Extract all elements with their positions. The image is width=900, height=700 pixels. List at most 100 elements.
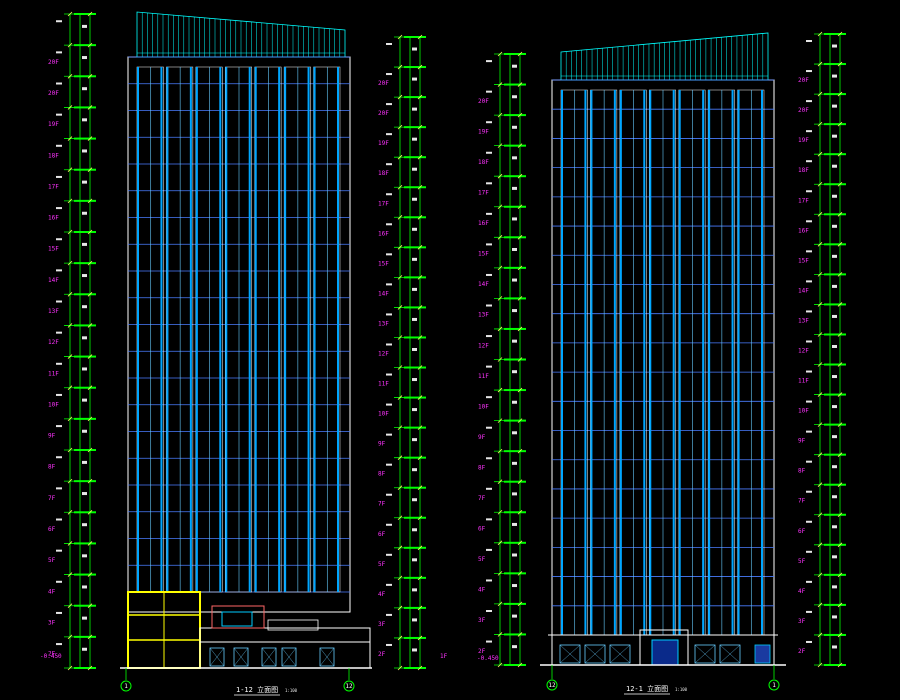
axis-label-start: 1 [124,683,128,690]
level-bar [504,327,526,330]
bottom-level: -0.450 [40,653,62,660]
level-mark [486,640,492,643]
level-mark [56,643,62,646]
dim-value-mark [412,528,417,532]
level-bar [74,542,96,545]
side-floor-label: 1F [440,653,448,660]
level-bar [74,573,96,576]
dim-value-mark [512,64,517,68]
floor-label: 13F [378,320,389,327]
level-bar [504,358,526,361]
floor-label: 2F [478,648,486,655]
level-mark [56,580,62,583]
level-mark [806,190,812,193]
level-mark [486,365,492,368]
level-mark [806,580,812,583]
dim-value-mark [512,461,517,465]
dim-value-mark [512,95,517,99]
dim-value-mark [82,492,87,496]
floor-label: 7F [798,498,806,505]
dim-value-mark [512,522,517,526]
level-bar [504,633,526,636]
level-mark [56,82,62,85]
bottom-level: -0.450 [477,655,499,662]
floor-label: 6F [478,526,486,533]
floor-label: 10F [48,401,59,408]
dim-value-mark [832,104,837,108]
level-mark [486,579,492,582]
canvas-background [0,0,900,700]
dim-value-mark [512,156,517,160]
floor-label: 20F [478,98,489,105]
level-bar [824,393,846,396]
dim-value-mark [832,134,837,138]
level-mark [56,51,62,54]
floor-label: 5F [378,561,386,568]
level-mark [386,73,392,76]
level-bar [824,153,846,156]
dim-value-mark [82,211,87,215]
dim-value-mark [512,339,517,343]
dim-value-mark [412,107,417,111]
floor-label: 5F [478,556,486,563]
dim-value-mark [412,317,417,321]
level-mark [806,520,812,523]
floor-label: 3F [48,619,56,626]
level-mark [386,403,392,406]
dim-value-mark [412,618,417,622]
level-mark [56,362,62,365]
level-mark [56,487,62,490]
level-mark [486,548,492,551]
level-mark [486,90,492,93]
floor-label: 4F [378,591,386,598]
level-bar [824,664,846,666]
dim-value-mark [832,645,837,649]
dim-value-mark [82,56,87,60]
dim-value-mark [412,648,417,652]
level-mark [56,238,62,241]
floor-label: 11F [478,373,489,380]
level-bar [74,667,96,669]
level-mark [56,300,62,303]
level-bar [404,156,426,159]
dim-value-mark [82,367,87,371]
level-bar [74,13,96,15]
level-bar [504,266,526,269]
floor-label: 9F [478,434,486,441]
level-bar [74,324,96,327]
level-bar [824,633,846,636]
level-bar [404,426,426,429]
level-mark [486,60,492,63]
level-mark [486,212,492,215]
level-bar [404,336,426,339]
level-bar [404,186,426,189]
level-bar [824,603,846,606]
floor-label: 16F [478,220,489,227]
dim-value-mark [412,347,417,351]
level-mark [386,133,392,136]
level-bar [504,114,526,117]
dim-value-mark [412,468,417,472]
floor-label: 7F [48,495,56,502]
level-bar [504,53,526,55]
level-mark [386,463,392,466]
level-bar [824,333,846,336]
floor-label: 20F [378,80,389,87]
level-bar [824,363,846,366]
level-bar [824,63,846,66]
floor-label: 17F [378,200,389,207]
level-mark [56,269,62,272]
level-bar [74,106,96,109]
level-mark [806,130,812,133]
level-bar [74,168,96,171]
level-bar [74,199,96,202]
level-bar [74,75,96,78]
floor-label: 17F [48,183,59,190]
level-bar [404,546,426,549]
floor-label: 5F [798,558,806,565]
side-door [754,644,771,664]
floor-label: 16F [378,230,389,237]
dim-value-mark [82,398,87,402]
dim-value-mark [512,584,517,588]
level-bar [74,137,96,140]
